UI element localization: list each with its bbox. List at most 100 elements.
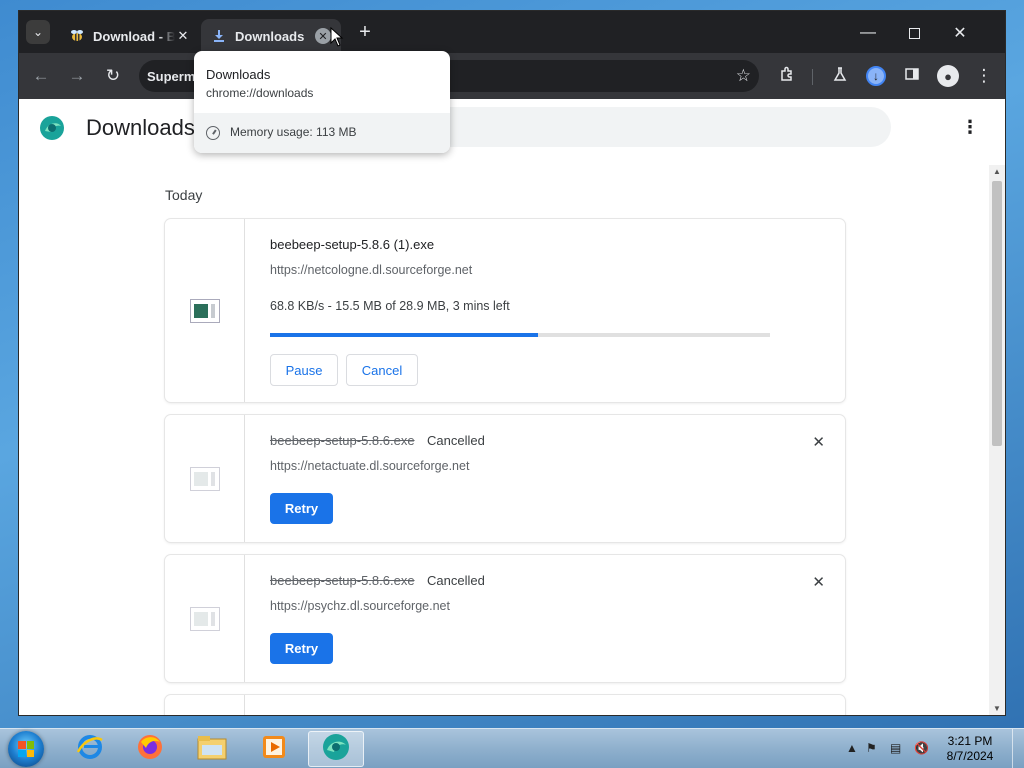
show-desktop-button[interactable]: [1012, 729, 1024, 768]
profile-button[interactable]: ●: [934, 62, 962, 90]
forward-button[interactable]: →: [63, 62, 91, 90]
source-url[interactable]: https://netcologne.dl.sourceforge.net: [270, 263, 472, 277]
show-hidden-icons-icon[interactable]: ▲: [846, 741, 858, 755]
page-menu-button[interactable]: ⋮: [961, 117, 979, 138]
memory-usage-text: Memory usage: 113 MB: [230, 125, 357, 139]
exe-file-icon: [189, 298, 220, 323]
downloads-button[interactable]: ↓: [862, 62, 890, 90]
close-tab-icon[interactable]: ✕: [315, 28, 331, 44]
toolbar-divider: [812, 69, 813, 85]
source-url[interactable]: https://psychz.dl.sourceforge.net: [270, 599, 450, 613]
retry-button[interactable]: Retry: [270, 493, 333, 524]
tab-download-beebeep[interactable]: Download - B ✕: [59, 19, 201, 53]
taskbar-internet-explorer[interactable]: [62, 731, 118, 767]
back-button[interactable]: ←: [27, 62, 55, 90]
download-item-body: beebeep-setup-5.8.6 (1).exe https://netc…: [270, 219, 845, 402]
action-center-flag-icon[interactable]: ⚑: [866, 741, 877, 755]
firefox-icon: [135, 732, 165, 767]
browser-window: ⌄ Download - B ✕ Downloads ✕ + — ✕ ← → ↻…: [18, 10, 1006, 716]
maximize-button[interactable]: [891, 19, 937, 47]
file-name: beebeep-setup-5.8.6.exe: [270, 433, 415, 448]
side-panel-button[interactable]: [898, 62, 926, 90]
taskbar-media-player[interactable]: [246, 731, 302, 767]
file-icon-column: [165, 695, 245, 715]
folder-icon: [196, 733, 228, 766]
media-player-icon: [260, 733, 288, 766]
extensions-button[interactable]: [773, 62, 801, 90]
internet-explorer-icon: [75, 732, 105, 767]
tab-search-button[interactable]: ⌄: [26, 20, 50, 44]
labs-button[interactable]: [826, 62, 854, 90]
date-section-heading: Today: [165, 187, 203, 203]
tab-title: Downloads: [235, 28, 305, 44]
download-item-body: beebeep-setup-5.8.6.exe Cancelled https:…: [270, 555, 845, 682]
minimize-icon: —: [860, 24, 876, 41]
pause-button[interactable]: Pause: [270, 354, 338, 386]
clock-date: 8/7/2024: [946, 749, 994, 763]
address-text: Supermi: [147, 68, 200, 84]
mouse-cursor-icon: [330, 26, 344, 47]
cancel-button[interactable]: Cancel: [346, 354, 418, 386]
flask-icon: [832, 66, 848, 87]
file-name: beebeep-setup-5.8.6.exe: [270, 573, 415, 588]
downloads-page: Downloads ⋮ Today beebeep-setup-5.8.6 (1…: [19, 99, 1005, 715]
close-window-button[interactable]: ✕: [937, 19, 983, 47]
page-title: Downloads: [86, 115, 195, 140]
maximize-icon: [908, 27, 920, 39]
progress-bar: [270, 333, 770, 337]
clock-time: 3:21 PM: [947, 734, 993, 748]
hover-card-title: Downloads: [206, 67, 271, 82]
bookmark-star-icon[interactable]: ☆: [736, 66, 751, 86]
progress-bar-fill: [270, 333, 538, 337]
taskbar-firefox[interactable]: [122, 731, 178, 767]
progress-text: 68.8 KB/s - 15.5 MB of 28.9 MB, 3 mins l…: [270, 299, 510, 313]
download-item-cancelled: beebeep-setup-5.8.6.exe Cancelled https:…: [165, 415, 845, 542]
close-icon: ✕: [953, 25, 967, 42]
status-text: Cancelled: [427, 573, 485, 588]
download-favicon-icon: [211, 28, 227, 44]
taskbar-file-explorer[interactable]: [184, 731, 240, 767]
file-icon-column: [165, 219, 245, 402]
page-scrollbar[interactable]: ▲ ▼: [989, 165, 1005, 715]
volume-muted-icon[interactable]: 🔇: [914, 741, 929, 755]
puzzle-icon: [779, 66, 795, 87]
arrow-left-icon: ←: [32, 66, 50, 85]
windows-logo-icon: [18, 741, 34, 757]
more-vert-icon: ⋮: [975, 66, 993, 85]
tab-title: Download - B: [93, 28, 175, 44]
chrome-menu-button[interactable]: ⋮: [970, 62, 998, 90]
download-progress-icon: ↓: [866, 66, 886, 86]
search-downloads-input[interactable]: [399, 107, 891, 147]
bee-favicon-icon: [69, 28, 85, 44]
arrow-right-icon: →: [68, 66, 86, 85]
new-tab-button[interactable]: +: [355, 22, 375, 43]
tab-hover-card: Downloads chrome://downloads Memory usag…: [194, 51, 450, 153]
close-tab-icon[interactable]: ✕: [175, 28, 191, 44]
network-icon[interactable]: ▤: [890, 741, 901, 755]
reload-icon: ↻: [105, 66, 121, 85]
tab-downloads[interactable]: Downloads ✕: [201, 19, 341, 53]
remove-item-close-icon[interactable]: ✕: [812, 433, 825, 451]
retry-button[interactable]: Retry: [270, 633, 333, 664]
gauge-icon: [206, 126, 220, 140]
chevron-down-icon: ⌄: [32, 25, 44, 39]
hover-card-url: chrome://downloads: [206, 86, 314, 100]
person-icon: ●: [937, 65, 959, 87]
system-clock[interactable]: 3:21 PM 8/7/2024: [940, 734, 1000, 764]
side-panel-icon: [904, 66, 920, 87]
reload-button[interactable]: ↻: [99, 62, 127, 90]
scrollbar-thumb[interactable]: [992, 181, 1002, 446]
hover-card-footer: Memory usage: 113 MB: [194, 113, 450, 153]
taskbar-edge-chromium[interactable]: [308, 731, 364, 767]
scroll-up-arrow-icon[interactable]: ▲: [992, 167, 1002, 176]
remove-item-close-icon[interactable]: ✕: [812, 573, 825, 591]
browser-app-icon: [321, 732, 351, 767]
download-item-partial: [165, 695, 845, 715]
minimize-button[interactable]: —: [845, 19, 891, 47]
start-button[interactable]: [8, 731, 44, 767]
file-name[interactable]: beebeep-setup-5.8.6 (1).exe: [270, 237, 434, 252]
source-url[interactable]: https://netactuate.dl.sourceforge.net: [270, 459, 469, 473]
scroll-down-arrow-icon[interactable]: ▼: [992, 704, 1002, 713]
more-vert-icon: ⋮: [961, 117, 979, 137]
exe-file-icon: [189, 606, 220, 631]
